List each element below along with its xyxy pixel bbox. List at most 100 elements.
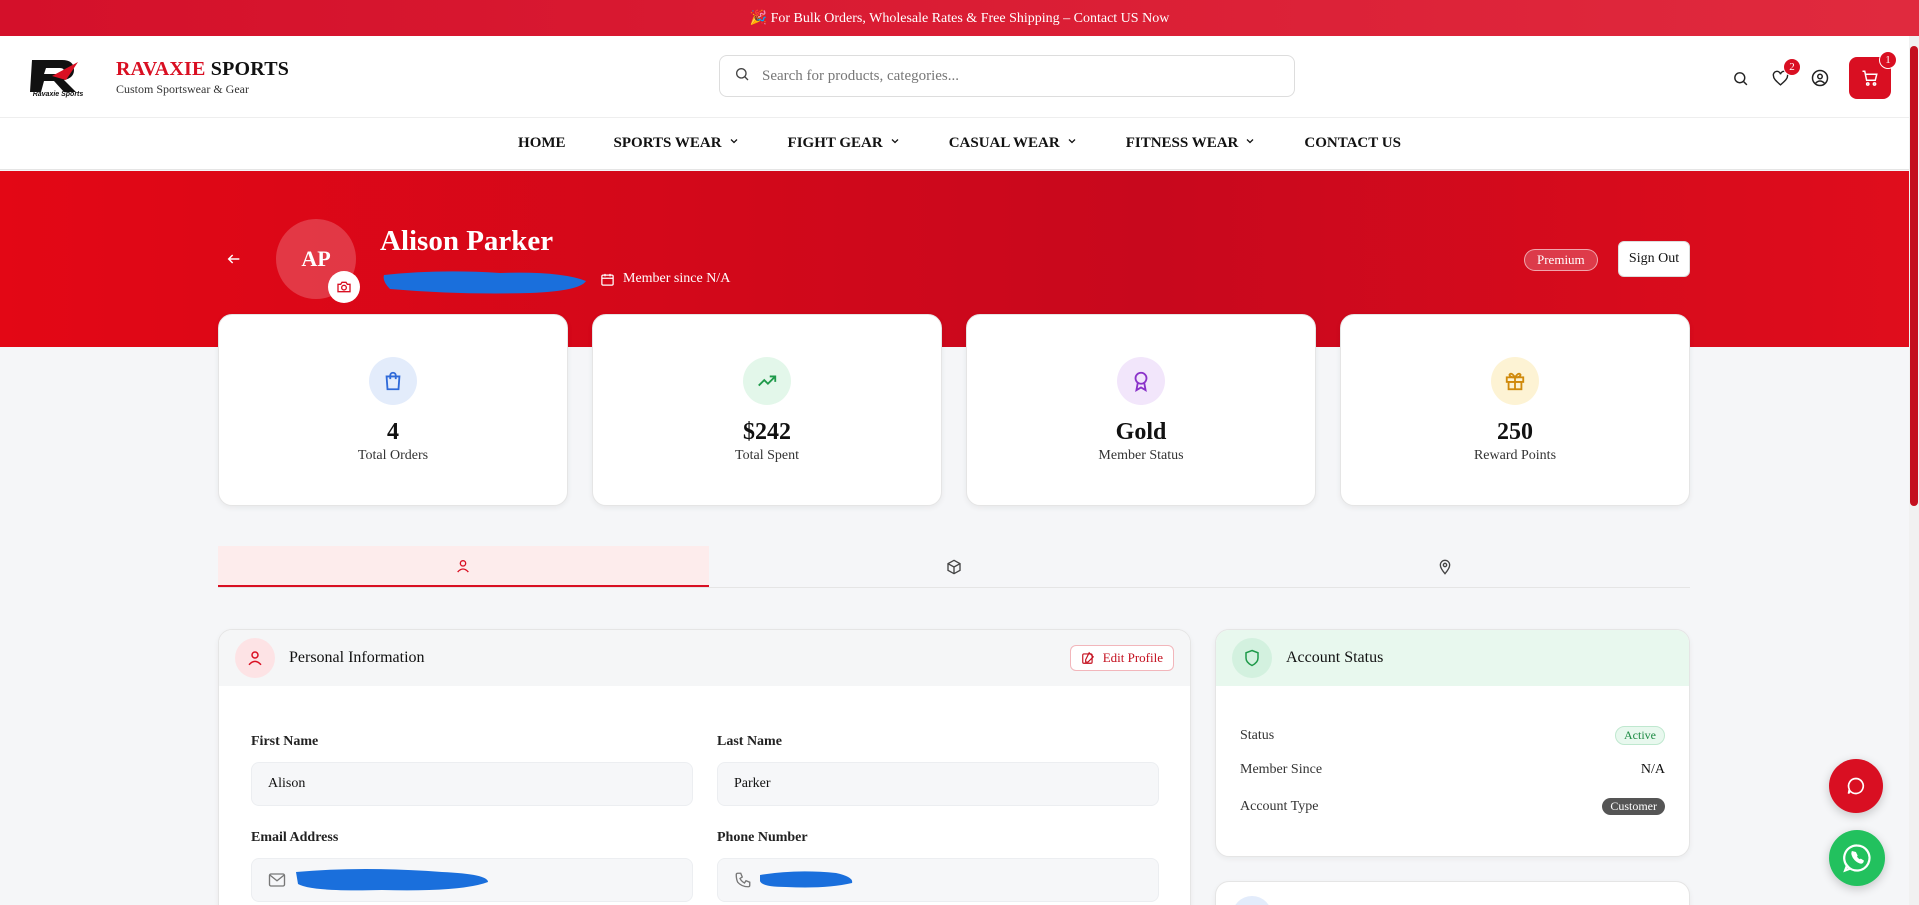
member-since-text: Member since N/A — [623, 271, 731, 286]
brand[interactable]: RAVAXIE SPORTS Custom Sportswear & Gear — [116, 58, 289, 97]
email-field[interactable] — [251, 858, 693, 902]
account-type-label: Account Type — [1240, 798, 1319, 814]
account-icon[interactable] — [1809, 67, 1831, 89]
promo-banner[interactable]: 🎉 For Bulk Orders, Wholesale Rates & Fre… — [0, 0, 1919, 36]
personal-info-title: Personal Information — [289, 649, 425, 666]
member-since-value: N/A — [1640, 762, 1665, 777]
account-status-header: Account Status — [1216, 630, 1689, 686]
calendar-icon — [601, 273, 614, 286]
site-header: Ravaxie Sports RAVAXIE SPORTS Custom Spo… — [0, 36, 1919, 118]
redacted-email — [380, 267, 592, 297]
nav-item-label: CONTACT US — [1304, 135, 1401, 151]
last-name-field[interactable]: Parker — [717, 762, 1159, 806]
edit-profile-label: Edit Profile — [1102, 650, 1163, 665]
stat-card-total-spent: $242 Total Spent — [592, 314, 942, 506]
nav-item-label: FIGHT GEAR — [787, 135, 883, 151]
award-icon — [1117, 357, 1165, 405]
first-name-field[interactable]: Alison — [251, 762, 693, 806]
chevron-down-icon — [728, 135, 740, 152]
scrollbar-thumb[interactable] — [1910, 46, 1918, 506]
personal-information-panel: Personal Information Edit Profile First … — [218, 629, 1191, 905]
camera-icon[interactable] — [328, 271, 360, 303]
status-row: Status Active — [1240, 726, 1665, 745]
search-icon[interactable] — [1729, 67, 1751, 89]
nav-item-home[interactable]: HOME — [494, 135, 590, 152]
stat-label: Reward Points — [1473, 448, 1557, 463]
stat-value: 250 — [1497, 419, 1533, 445]
chat-button[interactable] — [1829, 759, 1883, 813]
main-nav: HOME SPORTS WEAR FIGHT GEAR CASUAL WEAR FITN… — [0, 118, 1919, 170]
nav-item-casual-wear[interactable]: CASUAL WEAR — [925, 135, 1102, 152]
logo-text: Ravaxie Sports — [33, 91, 84, 98]
first-name-label: First Name — [251, 734, 319, 749]
personal-info-header: Personal Information Edit Profile — [219, 630, 1190, 686]
next-panel — [1215, 881, 1690, 905]
profile-tabs — [218, 546, 1690, 588]
promo-text: 🎉 For Bulk Orders, Wholesale Rates & Fre… — [749, 10, 1170, 26]
stat-label: Total Spent — [735, 448, 799, 463]
account-type-badge: Customer — [1602, 798, 1665, 815]
cart-count-badge: 1 — [1879, 51, 1897, 69]
status-label: Status — [1240, 727, 1275, 743]
tab-orders[interactable] — [709, 546, 1200, 587]
phone-label: Phone Number — [717, 830, 808, 845]
shopping-bag-icon — [369, 357, 417, 405]
chevron-down-icon — [889, 135, 901, 152]
header-actions: 2 1 — [1729, 51, 1897, 99]
search-input[interactable] — [762, 67, 1262, 85]
nav-item-label: HOME — [518, 135, 566, 151]
tab-profile[interactable] — [218, 546, 709, 587]
user-icon — [235, 638, 275, 678]
stat-card-reward-points: 250 Reward Points — [1340, 314, 1690, 506]
profile-name: Alison Parker — [380, 225, 554, 257]
tab-addresses[interactable] — [1199, 546, 1690, 587]
nav-item-fitness-wear[interactable]: FITNESS WEAR — [1102, 135, 1281, 152]
nav-item-fight-gear[interactable]: FIGHT GEAR — [764, 135, 925, 152]
wishlist-icon[interactable]: 2 — [1769, 58, 1801, 89]
redacted-phone-field — [760, 871, 853, 888]
wishlist-count-badge: 2 — [1783, 58, 1801, 76]
stats-row: 4 Total Orders $242 Total Spent Gold Member S… — [218, 314, 1690, 506]
page-scrollbar[interactable] — [1909, 36, 1919, 905]
whatsapp-button[interactable] — [1829, 830, 1885, 886]
sign-out-button[interactable]: Sign Out — [1618, 241, 1690, 277]
last-name-label: Last Name — [717, 734, 782, 749]
account-status-panel: Account Status Status Active Member Sinc… — [1215, 629, 1690, 857]
stat-card-member-status: Gold Member Status — [966, 314, 1316, 506]
redacted-email-field — [296, 869, 488, 891]
stat-value: Gold — [1115, 419, 1167, 445]
phone-field[interactable] — [717, 858, 1159, 902]
gift-icon — [1491, 357, 1539, 405]
stat-value: $242 — [743, 419, 791, 445]
stat-value: 4 — [387, 419, 399, 445]
nav-item-label: SPORTS WEAR — [613, 135, 722, 151]
stat-label: Member Status — [1098, 448, 1184, 463]
chat-icon — [1847, 777, 1865, 795]
shield-icon — [1232, 638, 1272, 678]
package-icon — [947, 559, 961, 574]
email-label: Email Address — [251, 830, 339, 845]
nav-item-contact-us[interactable]: CONTACT US — [1280, 135, 1425, 152]
chevron-down-icon — [1244, 135, 1256, 152]
user-icon — [457, 559, 470, 572]
panel-icon — [1232, 896, 1272, 905]
back-arrow-icon[interactable] — [226, 251, 242, 272]
brand-name: RAVAXIE SPORTS — [116, 58, 290, 80]
member-since-label: Member Since — [1240, 762, 1323, 777]
status-badge: Active — [1615, 726, 1665, 745]
stat-label: Total Orders — [357, 448, 429, 463]
chevron-down-icon — [1066, 135, 1078, 152]
nav-item-sports-wear[interactable]: SPORTS WEAR — [590, 135, 764, 152]
nav-item-label: CASUAL WEAR — [948, 135, 1060, 151]
account-status-title: Account Status — [1286, 649, 1384, 666]
cart-button[interactable]: 1 — [1849, 51, 1897, 99]
search-icon — [734, 66, 750, 87]
brand-tagline: Custom Sportswear & Gear — [116, 82, 249, 96]
cart-icon — [1862, 70, 1878, 86]
mail-icon — [268, 873, 286, 887]
edit-profile-button[interactable]: Edit Profile — [1069, 645, 1174, 671]
member-since-row: Member Since N/A — [1240, 762, 1665, 778]
map-pin-icon — [1439, 559, 1451, 575]
account-type-row: Account Type Customer — [1240, 798, 1665, 815]
brand-logo[interactable]: Ravaxie Sports — [22, 54, 94, 98]
